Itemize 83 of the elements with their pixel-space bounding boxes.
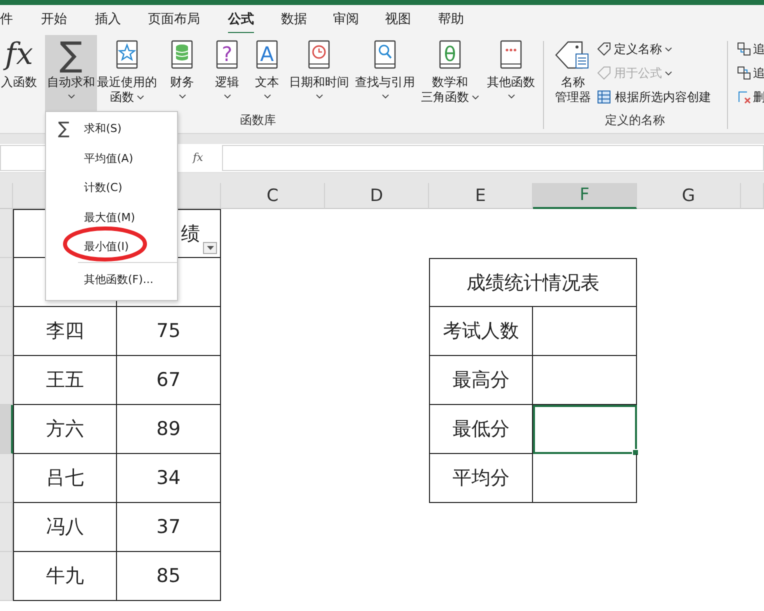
- table-cell[interactable]: [533, 307, 637, 356]
- ribbon-button[interactable]: θ 数学和 三角函数: [418, 35, 482, 112]
- table-title: 成绩统计情况表: [429, 258, 637, 307]
- table-cell: 67: [117, 356, 221, 405]
- ribbon-button[interactable]: ∑ 自动求和: [45, 35, 97, 112]
- column-header[interactable]: G: [637, 183, 741, 209]
- insert-function-button[interactable]: fx: [176, 144, 220, 172]
- menu-item[interactable]: 最大值(M): [46, 202, 177, 232]
- table-cell[interactable]: [533, 454, 637, 503]
- book-icon: [307, 40, 331, 70]
- sigma-icon: ∑: [58, 118, 70, 139]
- table-cell: 冯八: [13, 503, 117, 552]
- table-cell: 75: [117, 307, 221, 356]
- remove-arrows-icon: [737, 90, 751, 104]
- ribbon-button[interactable]: 根据所选内容创建: [597, 88, 711, 106]
- column-header[interactable]: C: [221, 183, 325, 209]
- table-cell: 方六: [13, 405, 117, 454]
- table-cell: 王五: [13, 356, 117, 405]
- table-cell: 最高分: [429, 356, 533, 405]
- formula-input[interactable]: [222, 145, 764, 171]
- group-label: 定义的名称: [605, 112, 665, 129]
- ribbon-tab[interactable]: 件: [0, 10, 13, 35]
- name-manager-button[interactable]: 名称 管理器: [550, 35, 596, 112]
- table-cell: 37: [117, 503, 221, 552]
- column-header[interactable]: E: [429, 183, 533, 209]
- ribbon-tab[interactable]: 审阅: [333, 10, 359, 35]
- ribbon-button[interactable]: 定义名称: [597, 40, 672, 58]
- column-header[interactable]: D: [325, 183, 429, 209]
- book-icon: [373, 40, 397, 70]
- ribbon-button[interactable]: 追: [737, 40, 764, 58]
- trace-icon: [737, 66, 751, 80]
- table-cell[interactable]: [533, 405, 637, 454]
- column-header[interactable]: F: [533, 183, 637, 209]
- table-cell: 吕七: [13, 454, 117, 503]
- book-icon: A: [255, 40, 279, 70]
- ribbon-button[interactable]: 查找与引用: [352, 35, 418, 112]
- book-icon: θ: [438, 40, 462, 70]
- table-cell: 89: [117, 405, 221, 454]
- table-cell: 牛九: [13, 552, 117, 601]
- tag-icon: [597, 66, 611, 80]
- menu-item[interactable]: 最小值(I): [46, 232, 177, 262]
- trace-icon: [737, 42, 751, 56]
- function-icon: fx: [4, 38, 34, 72]
- row-header[interactable]: [0, 405, 13, 454]
- ribbon-tab[interactable]: 帮助: [438, 10, 464, 35]
- sigma-icon: ∑: [60, 38, 82, 72]
- ribbon-button[interactable]: ? 逻辑: [207, 35, 247, 112]
- ribbon-tab[interactable]: 视图: [385, 10, 411, 35]
- filter-button[interactable]: [203, 242, 217, 254]
- table-cell: 平均分: [429, 454, 533, 503]
- ribbon-tab[interactable]: 页面布局: [148, 10, 200, 35]
- ribbon-button[interactable]: 其他函数: [484, 35, 538, 112]
- menu-item[interactable]: 计数(C): [46, 173, 177, 202]
- ribbon-button[interactable]: 追: [737, 64, 764, 82]
- menu-item[interactable]: ∑ 求和(S): [46, 114, 177, 144]
- table-cell[interactable]: [533, 356, 637, 405]
- table-cell: 考试人数: [429, 307, 533, 356]
- ribbon-button[interactable]: 财务: [162, 35, 202, 112]
- menu-item[interactable]: 平均值(A): [46, 144, 177, 173]
- table-cell: 李四: [13, 307, 117, 356]
- ribbon-tab[interactable]: 开始: [41, 10, 67, 35]
- ribbon-button[interactable]: 最近使用的 函数: [97, 35, 157, 112]
- ribbon-tab[interactable]: 数据: [281, 10, 307, 35]
- group-label: 函数库: [240, 112, 276, 129]
- ribbon-button[interactable]: A 文本: [247, 35, 287, 112]
- tag-icon: [597, 42, 611, 56]
- ribbon-button[interactable]: 日期和时间: [286, 35, 352, 112]
- table-cell: 34: [117, 454, 221, 503]
- table-cell: 85: [117, 552, 221, 601]
- book-icon: ?: [215, 40, 239, 70]
- table-cell: 最低分: [429, 405, 533, 454]
- ribbon-tab[interactable]: 插入: [95, 10, 121, 35]
- caret-icon: [206, 246, 214, 250]
- column-header[interactable]: [741, 183, 764, 209]
- menu-item[interactable]: 其他函数(F)...: [46, 264, 177, 294]
- ribbon-button[interactable]: 删: [737, 88, 764, 106]
- select-all-corner[interactable]: [0, 183, 13, 209]
- table-icon: [597, 90, 612, 104]
- book-icon: [499, 40, 523, 70]
- book-icon: [170, 40, 194, 70]
- ribbon-button[interactable]: fx 入函数: [0, 35, 38, 112]
- book-icon: [115, 40, 139, 70]
- table-cell-text: 绩: [181, 222, 200, 246]
